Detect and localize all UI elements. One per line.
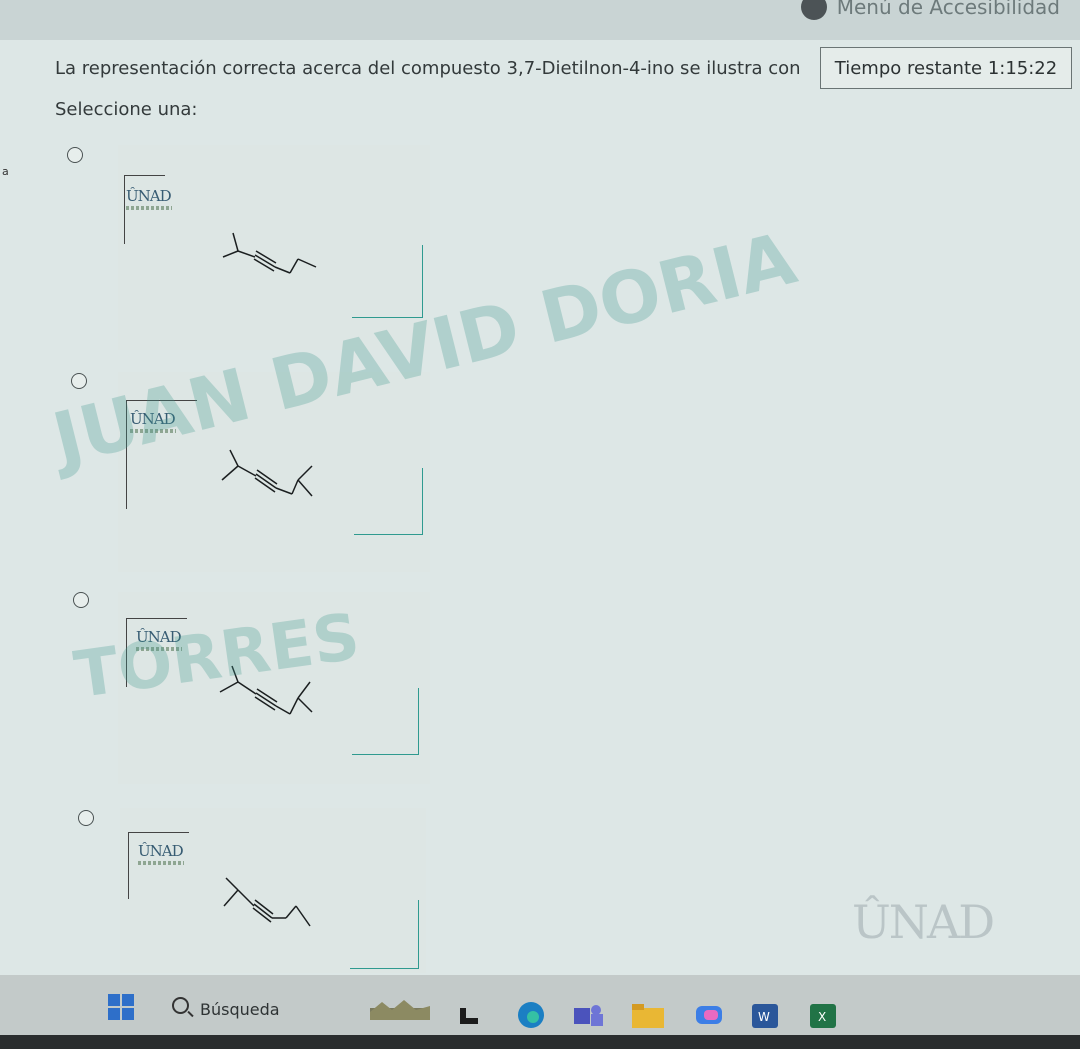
option-3-frame-corner-teal (352, 688, 419, 755)
option-2-radio[interactable] (71, 373, 87, 389)
timer-label: Tiempo restante (834, 57, 983, 79)
word-icon[interactable]: W (752, 1004, 778, 1028)
copilot-icon[interactable] (694, 1002, 724, 1028)
edge-letter: a (2, 165, 9, 178)
excel-icon[interactable]: X (810, 1004, 836, 1028)
accessibility-menu[interactable]: Menú de Accesibilidad (800, 0, 1060, 20)
monitor-bezel (0, 1035, 1080, 1049)
windows-start-icon[interactable] (108, 994, 134, 1020)
timer-value: 1:15:22 (987, 57, 1058, 79)
option-1-frame-corner-teal (352, 245, 423, 318)
select-one-label: Seleccione una: (55, 99, 198, 120)
task-view-icon[interactable] (458, 1006, 480, 1026)
file-explorer-icon[interactable] (632, 1004, 664, 1028)
question-text: La representación correcta acerca del co… (55, 58, 801, 79)
footer-unad-logo: ÛNAD (852, 895, 995, 949)
option-3-radio[interactable] (73, 592, 89, 608)
taskbar-search-label[interactable]: Búsqueda (200, 1000, 280, 1019)
search-icon[interactable] (172, 997, 189, 1014)
option-1-molecule (222, 232, 317, 274)
excel-icon-letter: X (818, 1010, 826, 1024)
option-2-frame-corner-teal (354, 468, 423, 535)
option-4-image: ÛNAD (120, 808, 426, 973)
accessibility-icon (800, 0, 827, 20)
teams-icon[interactable] (574, 1002, 604, 1028)
option-1-unad-logo: ÛNAD (126, 187, 172, 210)
option-4-frame-corner-teal (350, 900, 419, 969)
option-2-molecule (221, 449, 313, 497)
option-4-unad-logo: ÛNAD (138, 842, 184, 865)
option-4-radio[interactable] (78, 810, 94, 826)
widget-landscape-icon[interactable] (370, 998, 430, 1026)
edge-browser-icon[interactable] (516, 1000, 546, 1030)
time-remaining-box: Tiempo restante 1:15:22 (820, 47, 1072, 89)
option-4-molecule (223, 877, 311, 927)
accessibility-label: Menú de Accesibilidad (836, 0, 1060, 19)
option-1-radio[interactable] (67, 147, 83, 163)
word-icon-letter: W (758, 1010, 770, 1024)
